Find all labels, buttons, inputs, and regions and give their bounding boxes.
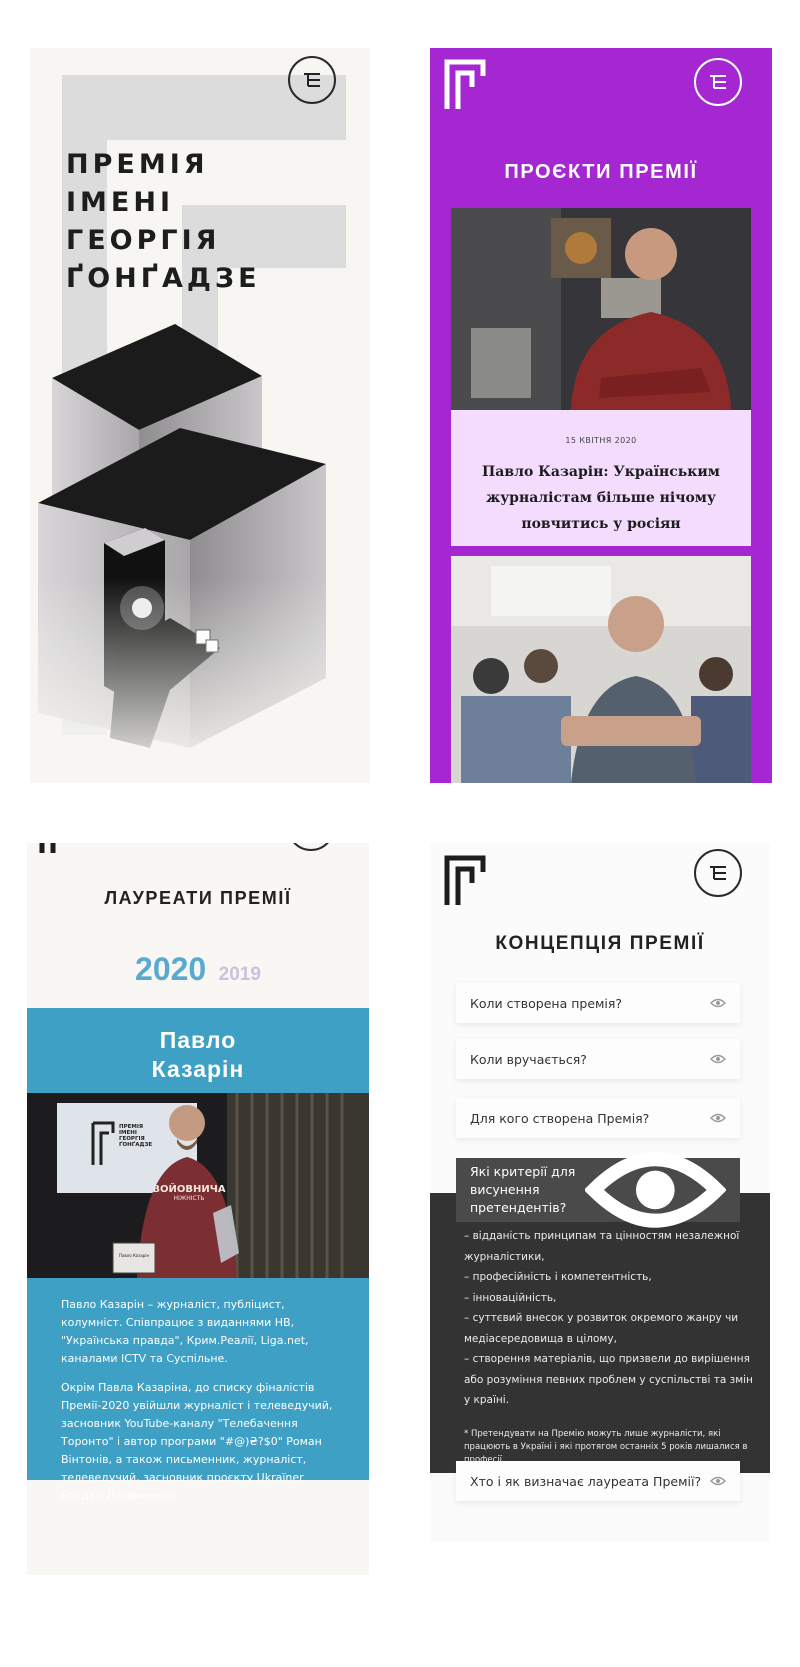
photo-shirt-text-line: ВОЙОВНИЧА	[152, 1184, 226, 1195]
menu-icon	[710, 866, 726, 880]
concept-screen: КОНЦЕПЦІЯ ПРЕМІЇ Коли створена премія? К…	[430, 843, 770, 1543]
laureate-last-name: Казарін	[151, 1056, 245, 1082]
project-card-photo	[451, 556, 751, 783]
project-card-body: 15 КВІТНЯ 2020 Павло Казарін: Українськи…	[451, 410, 751, 546]
faq-item-expanded[interactable]: Які критерії для висунення претендентів?	[456, 1152, 740, 1228]
menu-icon	[710, 75, 726, 89]
award-title-line: ГЕОРГІЯ	[66, 225, 221, 256]
laureate-name: Павло Казарін	[27, 1008, 369, 1093]
year-tab-active[interactable]: 2020	[135, 951, 206, 987]
menu-button[interactable]	[287, 843, 335, 851]
photo-shirt-text-line: НІЖНІСТЬ	[173, 1195, 205, 1202]
project-card-photo	[451, 208, 751, 410]
award-title-line: ҐОНҐАДЗЕ	[66, 263, 261, 294]
project-card[interactable]	[451, 556, 751, 783]
criteria-item: – професійність і компетентність,	[464, 1271, 652, 1283]
project-card-title[interactable]: Павло Казарін: Українським журналістам б…	[451, 459, 751, 537]
logo-icon[interactable]	[444, 855, 486, 907]
laureate-panel: Павло Казарін ПРЕМІЯ ІМЕНІ ГЕОРГІЯ ҐОНҐА…	[27, 1008, 369, 1502]
faq-question: Хто і як визначає лауреата Премії?	[470, 1473, 702, 1489]
section-heading: ПРОЄКТИ ПРЕМІЇ	[504, 161, 698, 183]
project-card[interactable]: 15 КВІТНЯ 2020 Павло Казарін: Українськи…	[451, 208, 751, 546]
faq-item[interactable]: Коли вручається?	[456, 1039, 740, 1079]
hero-screen: ПРЕМІЯ ІМЕНІ ГЕОРГІЯ ҐОНҐАДЗЕ	[30, 48, 370, 783]
year-tab[interactable]: 2019	[219, 964, 261, 985]
faq-question: Які критерії для висунення претендентів?	[470, 1164, 576, 1215]
criteria-list: – відданість принципам та цінностям неза…	[464, 1226, 754, 1411]
logo-icon[interactable]	[444, 59, 486, 111]
section-heading: ЛАУРЕАТИ ПРЕМІЇ	[104, 888, 292, 908]
photo-plaque-text: Павло Казарін	[118, 1253, 150, 1258]
faq-question: Для кого створена Премія?	[470, 1110, 650, 1126]
laureate-photo: ПРЕМІЯ ІМЕНІ ГЕОРГІЯ ҐОНҐАДЗЕ ВОЙОВНИЧА …	[27, 1093, 369, 1278]
logo-icon[interactable]	[39, 843, 81, 855]
criteria-item: – інноваційність,	[464, 1291, 557, 1304]
project-card-date: 15 КВІТНЯ 2020	[565, 436, 637, 445]
laureate-description: Павло Казарін – журналіст, публіцист, ко…	[27, 1278, 369, 1505]
photo-shirt-text: ВОЙОВНИЧА НІЖНІСТЬ	[149, 1184, 229, 1202]
award-title-line: ПРЕМІЯ	[66, 149, 209, 180]
laureate-finalists: Окрім Павла Казаріна, до списку фіналіст…	[61, 1381, 333, 1502]
eye-icon	[710, 1113, 726, 1123]
eye-icon	[710, 998, 726, 1008]
menu-button[interactable]	[288, 56, 336, 104]
photo-man-portrait	[451, 208, 751, 410]
faq-item[interactable]: Коли створена премія?	[456, 983, 740, 1023]
faq-question: Коли створена премія?	[470, 995, 623, 1011]
laureate-first-name: Павло	[159, 1027, 237, 1053]
menu-button[interactable]	[694, 58, 742, 106]
photo-man-in-audience	[451, 556, 751, 783]
menu-icon	[304, 73, 320, 87]
criteria-item: – створення матеріалів, що призвели до в…	[464, 1353, 753, 1406]
year-selector: 2020 2019	[27, 951, 369, 988]
eye-icon	[710, 1476, 726, 1486]
section-heading: КОНЦЕПЦІЯ ПРЕМІЇ	[495, 933, 705, 954]
projects-screen: ПРОЄКТИ ПРЕМІЇ 15 КВІТНЯ 2020 Павло Каза…	[430, 48, 772, 783]
eye-icon	[585, 1152, 726, 1228]
criteria-item: – суттєвий внесок у розвиток окремого жа…	[464, 1312, 739, 1345]
laureates-screen: ЛАУРЕАТИ ПРЕМІЇ 2020 2019 Павло Казарін	[27, 843, 369, 1575]
award-title-line: ІМЕНІ	[66, 187, 175, 218]
building-illustration	[30, 324, 370, 783]
menu-button[interactable]	[694, 849, 742, 897]
criteria-item: – відданість принципам та цінностям неза…	[464, 1230, 740, 1263]
faq-item[interactable]: Для кого створена Премія?	[456, 1098, 740, 1138]
photo-stage-sign-line: ҐОНҐАДЗЕ	[119, 1142, 153, 1148]
photo-stage-sign: ПРЕМІЯ ІМЕНІ ГЕОРГІЯ ҐОНҐАДЗЕ	[119, 1124, 152, 1148]
award-title: ПРЕМІЯ ІМЕНІ ГЕОРГІЯ ҐОНҐАДЗЕ	[66, 146, 326, 298]
faq-question: Коли вручається?	[470, 1051, 587, 1067]
laureate-bio: Павло Казарін – журналіст, публіцист, ко…	[61, 1298, 309, 1365]
faq-item[interactable]: Хто і як визначає лауреата Премії?	[456, 1461, 740, 1501]
eye-icon	[710, 1054, 726, 1064]
